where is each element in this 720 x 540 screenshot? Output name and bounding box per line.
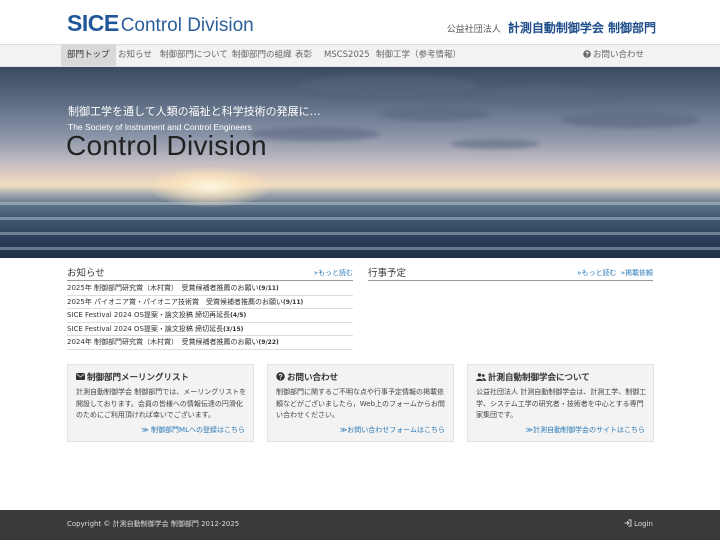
- hero-sunset-glow: [150, 167, 270, 207]
- hero-wave: [0, 217, 720, 220]
- hero-cloud: [300, 75, 480, 97]
- society-card: 計測自動制御学会について 公益社団法人 計測自動制御学会は、計測工学、制御工学、…: [467, 364, 654, 442]
- contact-card: お問い合わせ 制御部門に関するご不明な点や行事予定情報の掲載依頼などがございまし…: [267, 364, 454, 442]
- news-item-text: 2025年 制御部門研究賞（木村賞） 受賞候補者推薦のお願い: [67, 284, 259, 292]
- hero-tagline: 制御工学を通して人類の福祉と科学技術の発展に…: [68, 105, 321, 118]
- copyright-text: Copyright © 計測自動制御学会 制御部門 2012-2025: [67, 520, 240, 528]
- site-footer: Copyright © 計測自動制御学会 制御部門 2012-2025 Logi…: [0, 510, 720, 540]
- society-site-link[interactable]: ≫計測自動制御学会のサイトはこちら: [526, 425, 645, 435]
- society-card-text: 公益社団法人 計測自動制御学会は、計測工学、制御工学、システム工学の研究者・技術…: [476, 388, 647, 419]
- news-list: 2025年 制御部門研究賞（木村賞） 受賞候補者推薦のお願い(9/11) 202…: [67, 282, 353, 350]
- contact-card-text: 制御部門に関するご不明な点や行事予定情報の掲載依頼などがございましたら，Web上…: [276, 388, 445, 419]
- nav-item-about[interactable]: 制御部門について: [160, 45, 228, 66]
- hero-cloud: [470, 87, 620, 105]
- envelope-icon: [76, 373, 85, 380]
- site-header: SICE Control Division 公益社団法人 計測自動制御学会 制御部…: [0, 0, 720, 44]
- nav-item-home[interactable]: 部門トップ: [61, 45, 116, 66]
- news-item-date: (9/11): [283, 298, 304, 306]
- hero-title: Control Division: [66, 130, 267, 161]
- news-item-date: (3/15): [223, 325, 244, 333]
- events-section-title: 行事予定: [368, 268, 407, 279]
- news-item-text: 2024年 制御部門研究賞（木村賞） 受賞候補者推薦のお願い: [67, 338, 259, 346]
- mailing-list-card: 制御部門メーリングリスト 計測自動制御学会 制御部門では、メーリングリストを開設…: [67, 364, 254, 442]
- main-nav: 部門トップ お知らせ 制御部門について 制御部門の組織 表彰 MSCS2025 …: [0, 44, 720, 67]
- nav-item-mscs2025[interactable]: MSCS2025: [324, 45, 370, 66]
- hero-cloud: [560, 112, 700, 128]
- nav-item-organization[interactable]: 制御部門の組織: [232, 45, 292, 66]
- organization-name: 公益社団法人 計測自動制御学会 制御部門: [447, 17, 656, 36]
- events-more-link[interactable]: »もっと読む: [577, 269, 616, 277]
- hero-wave: [0, 247, 720, 250]
- events-links: »もっと読む »掲載依頼: [577, 268, 653, 278]
- question-circle-icon: [276, 372, 285, 381]
- news-section-title: お知らせ: [67, 268, 105, 279]
- users-icon: [476, 373, 486, 381]
- hero-wave: [0, 202, 720, 205]
- news-item-date: (4/5): [230, 312, 247, 319]
- events-request-link[interactable]: »掲載依頼: [621, 269, 653, 277]
- news-item-date: (9/22): [258, 339, 279, 346]
- card-title-text: 計測自動制御学会について: [488, 373, 590, 383]
- sign-in-icon: [624, 519, 632, 527]
- contact-card-title: お問い合わせ: [276, 371, 338, 383]
- login-link[interactable]: Login: [624, 519, 653, 528]
- mailing-list-card-title: 制御部門メーリングリスト: [76, 371, 189, 383]
- hero-cloud: [250, 127, 380, 141]
- org-type-label: 公益社団法人: [446, 25, 501, 35]
- logo-division-text: Control Division: [120, 15, 254, 36]
- news-item[interactable]: SICE Festival 2024 OS提案・論文投稿 締切再延長(4/5): [67, 309, 353, 323]
- news-more-link[interactable]: »もっと読む: [314, 268, 353, 278]
- nav-item-news[interactable]: お知らせ: [118, 45, 152, 66]
- mailing-list-register-link[interactable]: ≫ 制御部門MLへの登録はこちら: [142, 425, 246, 435]
- login-label: Login: [634, 520, 653, 528]
- question-circle-icon: [583, 50, 591, 58]
- news-item[interactable]: 2024年 制御部門研究賞（木村賞） 受賞候補者推薦のお願い(9/22): [67, 336, 353, 350]
- hero-cloud: [380, 107, 490, 121]
- hero-cloud: [450, 139, 540, 149]
- news-item[interactable]: SICE Festival 2024 OS提案・論文投稿 締切延長(3/15): [67, 323, 353, 336]
- hero-wave: [0, 232, 720, 235]
- contact-form-link[interactable]: ≫お問い合わせフォームはこちら: [340, 425, 445, 435]
- nav-item-awards[interactable]: 表彰: [295, 45, 312, 66]
- news-item-text: SICE Festival 2024 OS提案・論文投稿 締切延長: [67, 324, 224, 333]
- news-item-text: 2025年 パイオニア賞・パイオニア技術賞 受賞候補者推薦のお願い: [67, 297, 284, 306]
- news-item[interactable]: 2025年 パイオニア賞・パイオニア技術賞 受賞候補者推薦のお願い(9/11): [67, 296, 353, 309]
- card-title-text: 制御部門メーリングリスト: [87, 373, 190, 383]
- nav-item-contact[interactable]: お問い合わせ: [583, 45, 644, 66]
- news-item-text: SICE Festival 2024 OS提案・論文投稿 締切再延長: [67, 311, 231, 319]
- society-card-title: 計測自動制御学会について: [476, 371, 590, 383]
- logo-sice-text: SICE: [67, 10, 119, 36]
- org-main-label: 計測自動制御学会 制御部門: [507, 21, 656, 35]
- news-item[interactable]: 2025年 制御部門研究賞（木村賞） 受賞候補者推薦のお願い(9/11): [67, 282, 353, 296]
- site-logo[interactable]: SICE Control Division: [67, 10, 254, 36]
- news-section-header: お知らせ »もっと読む: [67, 265, 353, 281]
- events-section-header: 行事予定 »もっと読む »掲載依頼: [368, 265, 653, 281]
- nav-item-reference[interactable]: 制御工学（参考情報）: [376, 45, 461, 66]
- mailing-list-card-text: 計測自動制御学会 制御部門では、メーリングリストを開設しております。会員の皆様へ…: [76, 388, 247, 419]
- nav-contact-label: お問い合わせ: [592, 50, 644, 60]
- news-item-date: (9/11): [258, 285, 279, 292]
- hero-banner: 制御工学を通して人類の福祉と科学技術の発展に… The Society of I…: [0, 67, 720, 258]
- card-title-text: お問い合わせ: [287, 373, 339, 383]
